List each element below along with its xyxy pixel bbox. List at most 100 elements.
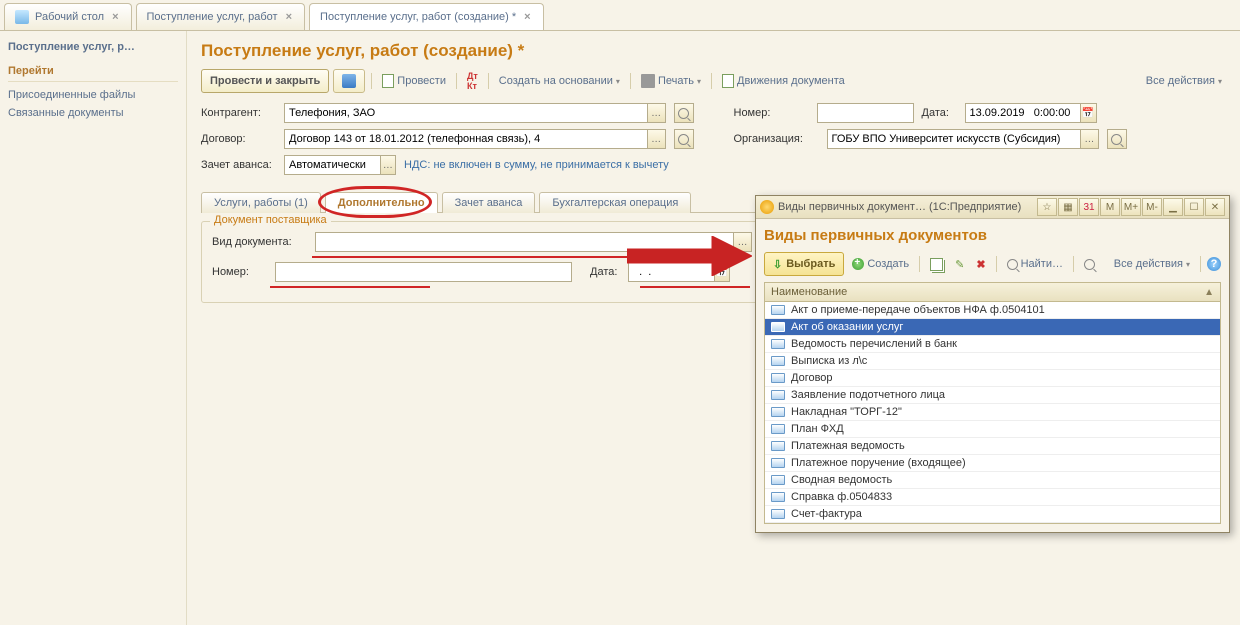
item-icon: [771, 390, 785, 400]
open-button[interactable]: [1107, 129, 1127, 149]
grid-row[interactable]: Ведомость перечислений в банк: [765, 336, 1220, 353]
advance-input[interactable]: …: [284, 155, 396, 175]
copy-button[interactable]: [926, 256, 947, 273]
select-button[interactable]: …: [647, 130, 665, 148]
item-label: Справка ф.0504833: [791, 491, 892, 503]
tab-doc-create[interactable]: Поступление услуг, работ (создание) * ×: [309, 3, 544, 30]
save-button[interactable]: [333, 69, 365, 93]
item-icon: [771, 424, 785, 434]
close-icon[interactable]: ×: [110, 11, 120, 23]
dtkt-button[interactable]: ДтКт: [463, 69, 482, 93]
tb-cal-icon[interactable]: 31: [1079, 198, 1099, 216]
select-button[interactable]: …: [733, 233, 751, 251]
fieldset-legend: Документ поставщика: [210, 214, 331, 226]
minimize-button[interactable]: ▁: [1163, 198, 1183, 216]
grid-row[interactable]: Акт о приеме-передаче объектов НФА ф.050…: [765, 302, 1220, 319]
check-icon: ⇩: [773, 258, 782, 271]
tb-mplus-button[interactable]: M+: [1121, 198, 1141, 216]
grid-header[interactable]: Наименование ▲: [765, 283, 1220, 302]
tab-doc-list[interactable]: Поступление услуг, работ ×: [136, 3, 306, 30]
supplier-num-label: Номер:: [212, 266, 267, 278]
open-button[interactable]: [674, 129, 694, 149]
supplier-num-input[interactable]: [275, 262, 572, 282]
doctype-input[interactable]: …: [315, 232, 752, 252]
vat-settings-link[interactable]: НДС: не включен в сумму, не принимается …: [404, 159, 669, 171]
movements-button[interactable]: Движения документа: [718, 72, 849, 90]
sidebar-item-attachments[interactable]: Присоединенные файлы: [8, 86, 178, 104]
number-input[interactable]: [817, 103, 914, 123]
close-icon[interactable]: ×: [522, 11, 532, 23]
grid-row[interactable]: Сводная ведомость: [765, 472, 1220, 489]
grid-row[interactable]: Накладная "ТОРГ-12": [765, 404, 1220, 421]
post-and-close-button[interactable]: Провести и закрыть: [201, 69, 329, 93]
close-button[interactable]: ✕: [1205, 198, 1225, 216]
calendar-button[interactable]: 📅: [1080, 104, 1096, 122]
pencil-icon: ✎: [955, 258, 964, 271]
date-input[interactable]: 📅: [965, 103, 1097, 123]
all-actions-button[interactable]: Все действия ▾: [1110, 256, 1194, 272]
dropdown-icon: ▾: [1218, 77, 1222, 86]
clear-find-button[interactable]: [1080, 257, 1099, 272]
magnifier-icon: [1007, 259, 1018, 270]
item-label: Счет-фактура: [791, 508, 862, 520]
supplier-date-input[interactable]: 📅: [628, 262, 730, 282]
tab-advance[interactable]: Зачет аванса: [442, 192, 536, 213]
grid-row[interactable]: Договор: [765, 370, 1220, 387]
edit-button[interactable]: ✎: [951, 256, 968, 273]
grid-row[interactable]: Заявление подотчетного лица: [765, 387, 1220, 404]
contract-input[interactable]: …: [284, 129, 666, 149]
grid-row[interactable]: Платежное поручение (входящее): [765, 455, 1220, 472]
all-actions-button[interactable]: Все действия ▾: [1142, 73, 1226, 89]
item-icon: [771, 339, 785, 349]
grid-row[interactable]: Платежная ведомость: [765, 438, 1220, 455]
grid-row[interactable]: Акт об оказании услуг: [765, 319, 1220, 336]
contractor-label: Контрагент:: [201, 107, 276, 119]
grid-col-name: Наименование: [771, 286, 847, 298]
select-button[interactable]: …: [1080, 130, 1097, 148]
item-icon: [771, 305, 785, 315]
select-button[interactable]: ⇩Выбрать: [764, 252, 844, 276]
open-button[interactable]: [674, 103, 694, 123]
plus-icon: [852, 258, 864, 270]
select-button[interactable]: …: [647, 104, 665, 122]
dropdown-icon: ▾: [1186, 260, 1190, 269]
print-button[interactable]: Печать ▾: [637, 72, 705, 90]
main-toolbar: Провести и закрыть Провести ДтКт Создать…: [201, 69, 1226, 93]
org-input[interactable]: …: [827, 129, 1099, 149]
grid-row[interactable]: Счет-фактура: [765, 506, 1220, 523]
tab-accounting[interactable]: Бухгалтерская операция: [539, 192, 691, 213]
grid-row[interactable]: Справка ф.0504833: [765, 489, 1220, 506]
find-button[interactable]: Найти…: [1003, 256, 1067, 272]
create-on-basis-button[interactable]: Создать на основании ▾: [495, 73, 624, 89]
doc-icon: [382, 74, 394, 88]
item-label: Сводная ведомость: [791, 474, 892, 486]
help-button[interactable]: ?: [1207, 257, 1221, 271]
tab-services[interactable]: Услуги, работы (1): [201, 192, 321, 213]
tb-mminus-button[interactable]: M-: [1142, 198, 1162, 216]
contractor-input[interactable]: …: [284, 103, 666, 123]
calendar-button[interactable]: 📅: [714, 263, 729, 281]
create-button[interactable]: Создать: [848, 256, 913, 272]
tab-additional[interactable]: Дополнительно: [325, 192, 438, 213]
grid-row[interactable]: Выписка из л\с: [765, 353, 1220, 370]
print-icon: [641, 74, 655, 88]
tb-m-button[interactable]: M: [1100, 198, 1120, 216]
popup-document-types: Виды первичных документ… (1С:Предприятие…: [755, 195, 1230, 533]
item-label: Накладная "ТОРГ-12": [791, 406, 902, 418]
magnifier-icon: [678, 108, 689, 119]
item-icon: [771, 509, 785, 519]
close-icon[interactable]: ×: [284, 11, 294, 23]
item-label: Договор: [791, 372, 833, 384]
popup-titlebar[interactable]: Виды первичных документ… (1С:Предприятие…: [756, 196, 1229, 219]
delete-button[interactable]: ✖: [972, 256, 989, 273]
select-button[interactable]: …: [380, 156, 395, 174]
tab-desktop[interactable]: Рабочий стол ×: [4, 3, 132, 30]
tb-fav-icon[interactable]: ☆: [1037, 198, 1057, 216]
item-icon: [771, 322, 785, 332]
maximize-button[interactable]: ☐: [1184, 198, 1204, 216]
post-button[interactable]: Провести: [378, 72, 450, 90]
tb-calc-icon[interactable]: ▦: [1058, 198, 1078, 216]
document-types-grid: Наименование ▲ Акт о приеме-передаче объ…: [764, 282, 1221, 524]
sidebar-item-related[interactable]: Связанные документы: [8, 104, 178, 122]
grid-row[interactable]: План ФХД: [765, 421, 1220, 438]
